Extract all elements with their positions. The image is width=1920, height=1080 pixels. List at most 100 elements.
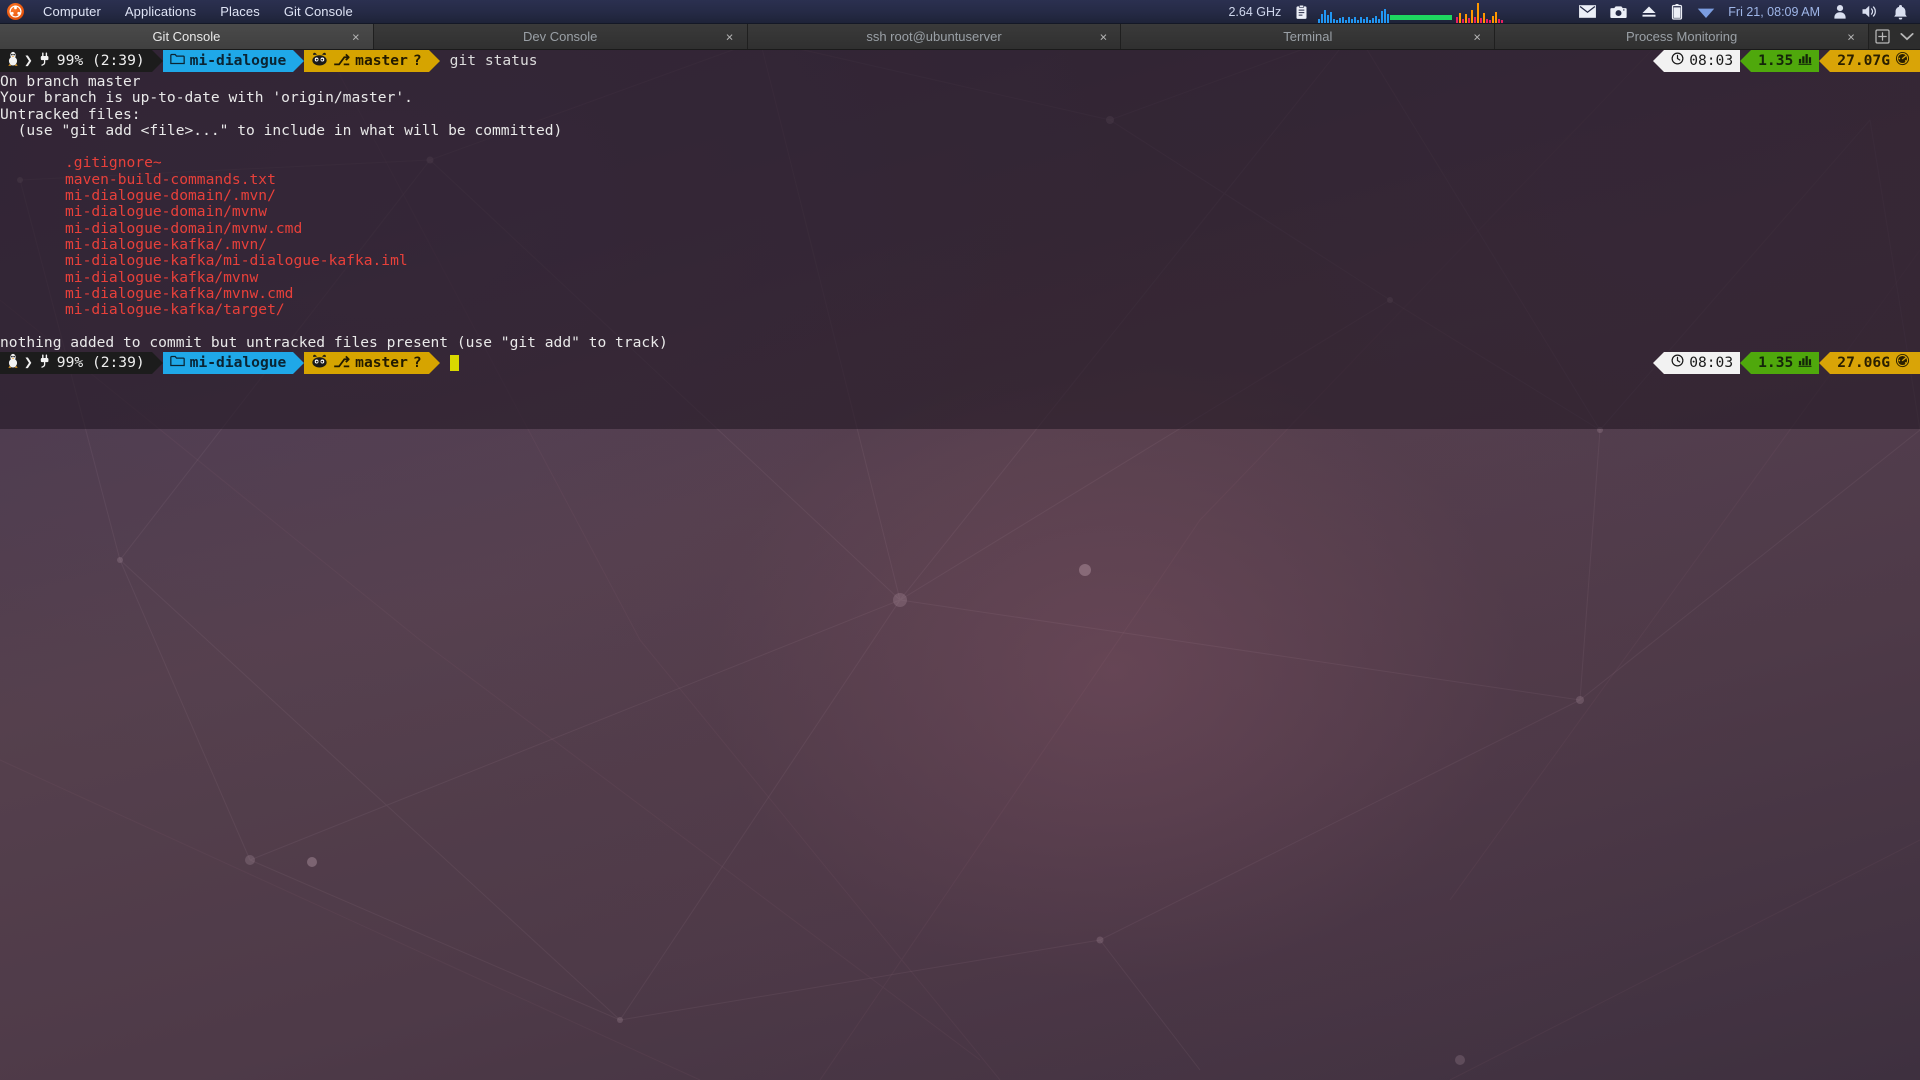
output-blank-line (0, 318, 1920, 334)
prompt-directory-segment: mi-dialogue (162, 50, 294, 72)
menu-places[interactable]: Places (208, 0, 272, 24)
status-load-label: 1.35 (1758, 51, 1794, 69)
battery-status-label: 99% (2:39) (56, 51, 145, 69)
eject-icon[interactable] (1634, 0, 1664, 24)
tab-close-icon[interactable]: × (1844, 30, 1858, 43)
tab-terminal[interactable]: Terminal × (1121, 24, 1496, 49)
git-dirty-marker: ? (412, 51, 422, 69)
terminal-tab-bar: Git Console × Dev Console × ssh root@ubu… (0, 24, 1920, 50)
status-memory-label: 27.07G (1837, 51, 1890, 69)
prompt-separator (293, 50, 305, 72)
notifications-bell-icon[interactable] (1886, 0, 1920, 24)
tab-bar-buttons (1868, 24, 1920, 49)
bar-chart-icon (1798, 52, 1812, 69)
untracked-file-item: .gitignore~ (65, 154, 162, 172)
tab-close-icon[interactable]: × (723, 30, 737, 43)
folder-icon (169, 53, 185, 69)
volume-icon[interactable] (1854, 0, 1886, 24)
menu-computer[interactable]: Computer (31, 0, 113, 24)
ubuntu-logo-icon[interactable] (7, 3, 24, 20)
user-account-icon[interactable] (1826, 0, 1854, 24)
battery-status-label: 99% (2:39) (56, 353, 145, 371)
wifi-icon[interactable] (1690, 0, 1722, 24)
untracked-file-item: mi-dialogue-domain/mvnw (65, 203, 268, 221)
tab-close-icon[interactable]: × (349, 30, 363, 43)
speedometer-icon (1895, 51, 1910, 70)
tab-label: Git Console (152, 29, 221, 44)
prompt-git-segment: ⎇ master ? (304, 50, 429, 72)
tab-close-icon[interactable]: × (1470, 30, 1484, 43)
tab-close-icon[interactable]: × (1096, 30, 1110, 43)
output-line: Your branch is up-to-date with 'origin/m… (0, 89, 413, 107)
cpu-graph-monitor[interactable] (1316, 1, 1454, 23)
terminal-command-bottom (440, 352, 459, 374)
memory-graph-monitor[interactable] (1454, 1, 1572, 23)
output-line: Untracked files: (0, 105, 141, 123)
prompt-separator (151, 50, 163, 72)
prompt-separator (428, 50, 440, 72)
current-directory-label: mi-dialogue (189, 51, 287, 69)
tab-label: Dev Console (522, 29, 598, 44)
github-octocat-icon (311, 52, 328, 70)
output-footer-line: nothing added to commit but untracked fi… (0, 333, 668, 351)
terminal-right-status-bottom: 08:03 1.35 27.06G (1653, 352, 1920, 375)
speedometer-icon (1895, 353, 1910, 372)
untracked-file-item: mi-dialogue-kafka/mi-dialogue-kafka.iml (65, 252, 408, 270)
menu-git-console[interactable]: Git Console (272, 0, 365, 24)
untracked-file-item: mi-dialogue-kafka/mvnw.cmd (65, 284, 294, 302)
prompt-status-segment: ❯ 99% (2:39) (0, 352, 152, 375)
linux-tux-icon (7, 51, 19, 70)
folder-icon (169, 355, 185, 371)
output-line: On branch master (0, 73, 141, 90)
clipboard-icon[interactable] (1287, 0, 1316, 24)
tab-process-monitoring[interactable]: Process Monitoring × (1495, 24, 1869, 49)
status-load-label: 1.35 (1758, 353, 1794, 371)
power-plug-icon (38, 354, 52, 372)
prompt-separator (428, 352, 440, 375)
prompt-directory-segment: mi-dialogue (162, 352, 294, 375)
terminal-prompt-bottom: ❯ 99% (2:39) mi-dialogue ⎇ master ? 08:0… (0, 352, 1920, 375)
git-branch-label: master (355, 51, 408, 69)
new-tab-icon[interactable] (1875, 29, 1890, 44)
github-octocat-icon (311, 354, 328, 372)
tab-label: Terminal (1283, 29, 1333, 44)
prompt-chevron: ❯ (24, 353, 33, 371)
power-plug-icon (38, 52, 52, 70)
output-line: (use "git add <file>..." to include in w… (0, 121, 563, 139)
prompt-chevron: ❯ (24, 51, 33, 69)
top-panel: Computer Applications Places Git Console… (0, 0, 1920, 24)
menu-applications[interactable]: Applications (113, 0, 208, 24)
clock-icon (1671, 52, 1684, 69)
tab-ssh-root-ubuntuserver[interactable]: ssh root@ubuntuserver × (747, 24, 1122, 49)
terminal-cursor (449, 355, 459, 372)
bar-chart-icon (1798, 354, 1812, 371)
current-directory-label: mi-dialogue (189, 353, 287, 371)
battery-icon[interactable] (1664, 0, 1690, 24)
untracked-file-item: mi-dialogue-domain/.mvn/ (65, 187, 276, 205)
status-memory-segment: 27.06G (1830, 352, 1920, 375)
untracked-file-item: mi-dialogue-kafka/mvnw (65, 268, 259, 286)
camera-icon[interactable] (1603, 0, 1634, 24)
prompt-separator (151, 352, 163, 375)
terminal-output-area[interactable]: ❯ 99% (2:39) mi-dialogue ⎇ master ? git … (0, 50, 1920, 429)
linux-tux-icon (7, 353, 19, 372)
terminal-right-status-top: 08:03 1.35 27.07G (1653, 50, 1920, 72)
mail-icon[interactable] (1572, 0, 1603, 24)
status-memory-segment: 27.07G (1830, 50, 1920, 72)
tab-dev-console[interactable]: Dev Console × (373, 24, 748, 49)
untracked-file-item: mi-dialogue-kafka/target/ (65, 301, 285, 319)
datetime-label[interactable]: Fri 21, 08:09 AM (1722, 5, 1826, 19)
status-memory-label: 27.06G (1837, 353, 1890, 371)
output-blank-line (0, 139, 1920, 155)
chevron-down-icon[interactable] (1900, 32, 1914, 41)
status-time-segment: 08:03 (1664, 352, 1741, 375)
untracked-file-item: mi-dialogue-domain/mvnw.cmd (65, 219, 303, 237)
terminal-prompt-top: ❯ 99% (2:39) mi-dialogue ⎇ master ? git … (0, 50, 1920, 72)
status-load-segment: 1.35 (1751, 50, 1820, 72)
untracked-file-item: mi-dialogue-kafka/.mvn/ (65, 235, 268, 253)
status-time-label: 08:03 (1689, 353, 1734, 371)
status-load-segment: 1.35 (1751, 352, 1820, 375)
git-branch-label: master (355, 353, 408, 371)
tab-git-console[interactable]: Git Console × (0, 24, 374, 49)
status-time-label: 08:03 (1689, 51, 1734, 69)
